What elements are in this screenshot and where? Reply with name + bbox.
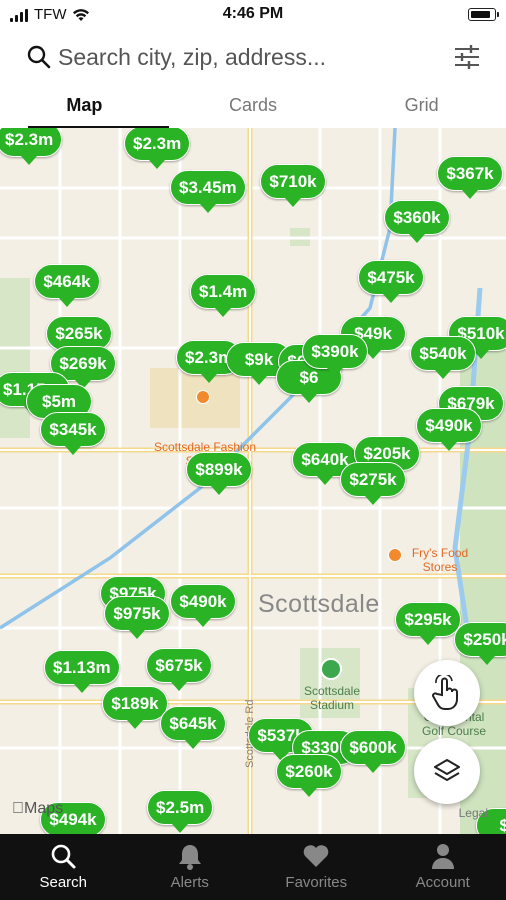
listing-price-pin[interactable]: $975k bbox=[104, 596, 170, 639]
listing-price-pin[interactable]: $475k bbox=[358, 260, 424, 303]
tab-label: Alerts bbox=[170, 874, 209, 891]
park-label-stadium: Scottsdale Stadium bbox=[303, 684, 361, 712]
filter-sliders-icon[interactable] bbox=[452, 42, 482, 72]
listing-price-pin[interactable]: $540k bbox=[410, 336, 476, 379]
listing-price-pin[interactable]: $2.3m bbox=[124, 128, 191, 169]
heart-icon bbox=[303, 845, 329, 867]
listing-price-pin[interactable]: $189k bbox=[102, 686, 168, 729]
map-view[interactable]: Scottsdale Fashion Square Fry's Food Sto… bbox=[0, 128, 506, 834]
listing-price-pin[interactable]: $295k bbox=[395, 602, 461, 645]
tab-cards[interactable]: Cards bbox=[169, 86, 338, 128]
tab-account[interactable]: Account bbox=[380, 834, 506, 900]
shopping-poi-icon bbox=[196, 390, 210, 404]
pointing-hand-icon bbox=[432, 675, 458, 710]
listing-price-pin[interactable]: $345k bbox=[40, 412, 106, 455]
listing-price-pin[interactable]: $1.4m bbox=[190, 274, 257, 317]
poi-label-frys: Fry's Food Stores bbox=[411, 546, 469, 574]
search-input[interactable] bbox=[58, 40, 428, 74]
draw-area-button[interactable] bbox=[414, 660, 480, 726]
tab-alerts[interactable]: Alerts bbox=[127, 834, 254, 900]
apple-maps-logo: Maps bbox=[12, 800, 63, 818]
city-label: Scottsdale bbox=[258, 590, 380, 618]
listing-price-pin[interactable]: $260k bbox=[276, 754, 342, 797]
listing-price-pin[interactable]: $490k bbox=[416, 408, 482, 451]
tab-grid[interactable]: Grid bbox=[337, 86, 506, 128]
listing-price-pin[interactable]: $2.5m bbox=[147, 790, 214, 833]
listing-price-pin[interactable]: $367k bbox=[437, 156, 503, 199]
listing-price-pin[interactable]: $250k bbox=[454, 622, 506, 665]
listing-price-pin[interactable]: $275k bbox=[340, 462, 406, 505]
listing-price-pin[interactable]: $360k bbox=[384, 200, 450, 243]
status-time: 4:46 PM bbox=[222, 5, 284, 22]
view-tabs: Map Cards Grid bbox=[0, 86, 506, 128]
listing-price-pin[interactable]: $899k bbox=[186, 452, 252, 495]
map-legal-link[interactable]: Legal bbox=[459, 806, 488, 820]
search-icon bbox=[27, 45, 51, 69]
bell-icon bbox=[178, 845, 201, 870]
listing-price-pin[interactable]: $645k bbox=[160, 706, 226, 749]
person-icon bbox=[431, 844, 454, 869]
listing-price-pin[interactable]: $3.45m bbox=[170, 170, 246, 213]
status-bar: TFW 4:46 PM bbox=[0, 0, 506, 30]
listing-price-pin[interactable]: $675k bbox=[146, 648, 212, 691]
listing-price-pin[interactable]: $1.13m bbox=[44, 650, 120, 693]
layers-icon bbox=[434, 759, 460, 781]
battery-level bbox=[470, 10, 491, 18]
tab-label: Favorites bbox=[285, 874, 348, 891]
tab-label: Search bbox=[39, 874, 88, 891]
battery-icon bbox=[468, 8, 499, 21]
listing-price-pin[interactable]: $490k bbox=[170, 584, 236, 627]
map-layers-button[interactable] bbox=[414, 738, 480, 804]
listing-price-pin[interactable]: $2.3m bbox=[0, 128, 63, 165]
listing-price-pin[interactable]: $600k bbox=[340, 730, 406, 773]
tab-label: Account bbox=[415, 874, 470, 891]
maps-brand: Maps bbox=[12, 800, 63, 817]
tab-favorites[interactable]: Favorites bbox=[253, 834, 380, 900]
search-icon bbox=[51, 844, 76, 869]
listing-price-pin[interactable]: $390k bbox=[302, 334, 368, 377]
stadium-icon bbox=[320, 658, 342, 680]
bottom-tab-bar: Search Alerts Favorites Account bbox=[0, 834, 506, 900]
tab-map[interactable]: Map bbox=[0, 86, 169, 128]
search-row bbox=[0, 30, 506, 86]
grocery-poi-icon bbox=[388, 548, 402, 562]
listing-price-pin[interactable]: $710k bbox=[260, 164, 326, 207]
tab-search[interactable]: Search bbox=[0, 834, 127, 900]
listing-price-pin[interactable]: $464k bbox=[34, 264, 100, 307]
